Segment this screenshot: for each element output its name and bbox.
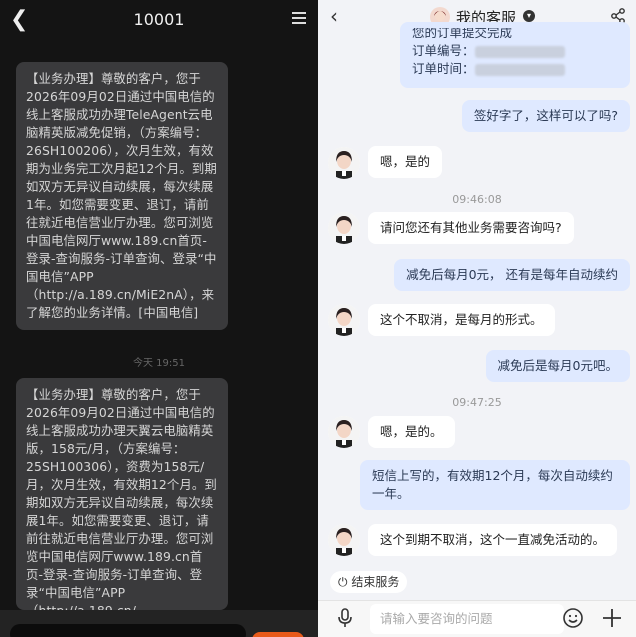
sms-send-button[interactable] (252, 632, 304, 637)
user-message: 签好字了，这样可以了吗? (461, 100, 630, 132)
order-time-redacted (474, 63, 565, 76)
order-card: 您的订单提交完成 订单编号： 订单时间： (400, 22, 630, 88)
chat-timestamp: 09:47:25 (452, 396, 502, 409)
plus-icon[interactable] (600, 606, 624, 630)
user-message: 减免后每月0元， 还有是每年自动续约 (394, 259, 630, 291)
agent-avatar (328, 147, 360, 179)
order-number-label: 订单编号： (412, 43, 475, 58)
sms-panel: ❮ 10001 【业务办理】尊敬的客户，您于2026年09月02日通过中国电信的… (0, 0, 318, 637)
agent-message: 这个不取消，是每月的形式。 (368, 304, 555, 336)
end-service-button[interactable]: ⏻ 结束服务 (330, 571, 408, 593)
agent-avatar (328, 416, 360, 448)
chat-panel: ‹ 我的客服 ▾ 您的订单提交完成 订单编号： 订单时间： 签好字了，这样可以了… (318, 0, 636, 637)
user-message: 短信上写的，有效期12个月，每次自动续约一年。 (360, 460, 630, 510)
menu-icon[interactable] (292, 12, 306, 26)
sms-message-2: 【业务办理】尊敬的客户，您于2026年09月02日通过中国电信的线上客服成功办理… (16, 378, 228, 610)
agent-message: 请问您还有其他业务需要咨询吗? (368, 212, 574, 244)
sms-time-divider: 今天 19:51 (133, 358, 185, 369)
sms-header: ❮ 10001 (0, 0, 318, 40)
microphone-icon[interactable] (334, 607, 356, 629)
sms-compose-input[interactable] (10, 624, 246, 637)
order-number-row: 订单编号： (412, 42, 618, 60)
agent-message: 嗯，是的 (368, 146, 443, 178)
chat-message-input[interactable]: 请输入要咨询的问题 (370, 604, 564, 634)
order-time-label: 订单时间： (412, 61, 475, 76)
user-message: 减免后是每月0元吧。 (485, 350, 630, 382)
end-service-label: 结束服务 (351, 575, 400, 589)
back-icon[interactable]: ‹ (330, 4, 338, 28)
power-icon: ⏻ (338, 575, 348, 589)
sms-message-1: 【业务办理】尊敬的客户，您于2026年09月02日通过中国电信的线上客服成功办理… (16, 62, 228, 330)
agent-avatar (328, 304, 360, 336)
sms-sender-title: 10001 (133, 10, 185, 29)
agent-message: 嗯，是的。 (368, 416, 455, 448)
agent-avatar (328, 524, 360, 556)
order-time-row: 订单时间： (412, 60, 618, 78)
order-status: 您的订单提交完成 (412, 28, 513, 40)
agent-avatar (328, 212, 360, 244)
chevron-down-icon[interactable]: ▾ (523, 10, 535, 22)
emoji-icon[interactable] (561, 606, 585, 630)
order-number-redacted (474, 45, 565, 58)
agent-message: 这个到期不取消，这个一直减免活动的。 (368, 524, 618, 556)
chat-timestamp: 09:46:08 (452, 193, 502, 206)
